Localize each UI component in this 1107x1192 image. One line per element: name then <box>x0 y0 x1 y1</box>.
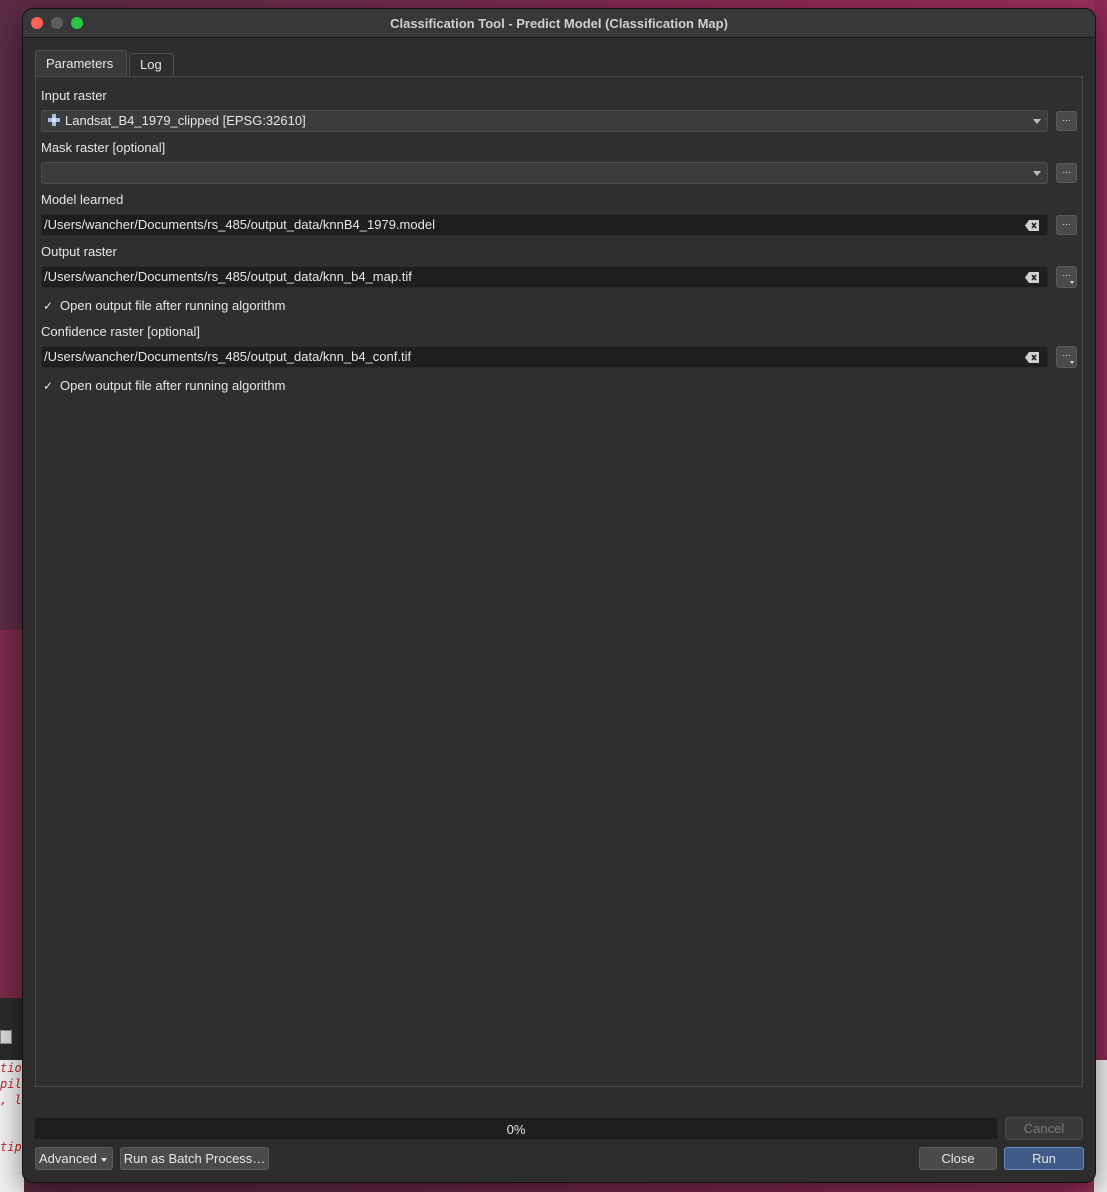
close-button[interactable]: Close <box>919 1147 997 1170</box>
model-learned-browse-button[interactable]: ... <box>1056 215 1077 235</box>
input-raster-label: Input raster <box>41 88 107 103</box>
model-learned-value: /Users/wancher/Documents/rs_485/output_d… <box>44 217 435 232</box>
mask-raster-label: Mask raster [optional] <box>41 140 166 155</box>
chevron-down-icon <box>1033 171 1041 176</box>
chevron-down-icon <box>101 1158 107 1162</box>
confidence-raster-field[interactable]: /Users/wancher/Documents/rs_485/output_d… <box>41 346 1048 368</box>
confidence-raster-label: Confidence raster [optional] <box>41 324 200 339</box>
model-learned-field[interactable]: /Users/wancher/Documents/rs_485/output_d… <box>41 214 1048 236</box>
background-code-line: , l <box>0 1093 22 1107</box>
output-raster-label: Output raster <box>41 244 117 259</box>
browse-label: ... <box>1062 268 1071 279</box>
input-raster-value: Landsat_B4_1979_clipped [EPSG:32610] <box>65 113 306 128</box>
background-code-line: pil <box>0 1077 22 1091</box>
desktop-background <box>0 0 24 630</box>
desktop-background <box>0 630 24 1000</box>
mask-raster-combo[interactable] <box>41 162 1048 184</box>
run-as-batch-button[interactable]: Run as Batch Process… <box>120 1147 269 1170</box>
background-code-editor <box>1094 1060 1107 1192</box>
dialog-window: Classification Tool - Predict Model (Cla… <box>23 9 1095 1182</box>
chevron-down-icon <box>1070 281 1074 284</box>
window-title: Classification Tool - Predict Model (Cla… <box>390 16 728 31</box>
model-learned-label: Model learned <box>41 192 124 207</box>
checkmark-icon: ✓ <box>42 299 54 313</box>
checkmark-icon: ✓ <box>42 379 54 393</box>
background-app-toolbar <box>0 998 24 1060</box>
confidence-raster-browse-button[interactable]: ... <box>1056 346 1077 368</box>
browse-label: ... <box>1062 348 1071 359</box>
chevron-down-icon <box>1033 119 1041 124</box>
background-code-line: tip <box>0 1140 22 1154</box>
confidence-raster-value: /Users/wancher/Documents/rs_485/output_d… <box>44 349 412 364</box>
title-bar[interactable]: Classification Tool - Predict Model (Cla… <box>23 9 1095 38</box>
clear-field-icon[interactable] <box>1025 272 1039 283</box>
clear-field-icon[interactable] <box>1025 220 1039 231</box>
output-raster-browse-button[interactable]: ... <box>1056 266 1077 288</box>
background-code-line: tio <box>0 1061 22 1075</box>
cancel-button[interactable]: Cancel <box>1005 1117 1083 1140</box>
confidence-open-after-label: Open output file after running algorithm <box>60 378 286 393</box>
progress-bar: 0% <box>34 1117 998 1140</box>
raster-layer-icon <box>48 114 60 126</box>
input-raster-combo[interactable]: Landsat_B4_1979_clipped [EPSG:32610] <box>41 110 1048 132</box>
output-open-after-label: Open output file after running algorithm <box>60 298 286 313</box>
output-raster-value: /Users/wancher/Documents/rs_485/output_d… <box>44 269 412 284</box>
clear-field-icon[interactable] <box>1025 352 1039 363</box>
advanced-button[interactable]: Advanced <box>35 1147 113 1170</box>
run-button[interactable]: Run <box>1004 1147 1084 1170</box>
tab-parameters[interactable]: Parameters <box>35 50 127 77</box>
background-window-icon <box>0 1030 12 1044</box>
tab-log[interactable]: Log <box>129 53 174 77</box>
output-raster-field[interactable]: /Users/wancher/Documents/rs_485/output_d… <box>41 266 1048 288</box>
parameters-panel: Input raster Landsat_B4_1979_clipped [EP… <box>35 76 1083 1087</box>
mask-raster-browse-button[interactable]: ... <box>1056 163 1077 183</box>
progress-text: 0% <box>506 1122 526 1137</box>
desktop-background <box>1094 0 1107 1060</box>
input-raster-browse-button[interactable]: ... <box>1056 111 1077 131</box>
advanced-label: Advanced <box>39 1151 97 1166</box>
chevron-down-icon <box>1070 361 1074 364</box>
